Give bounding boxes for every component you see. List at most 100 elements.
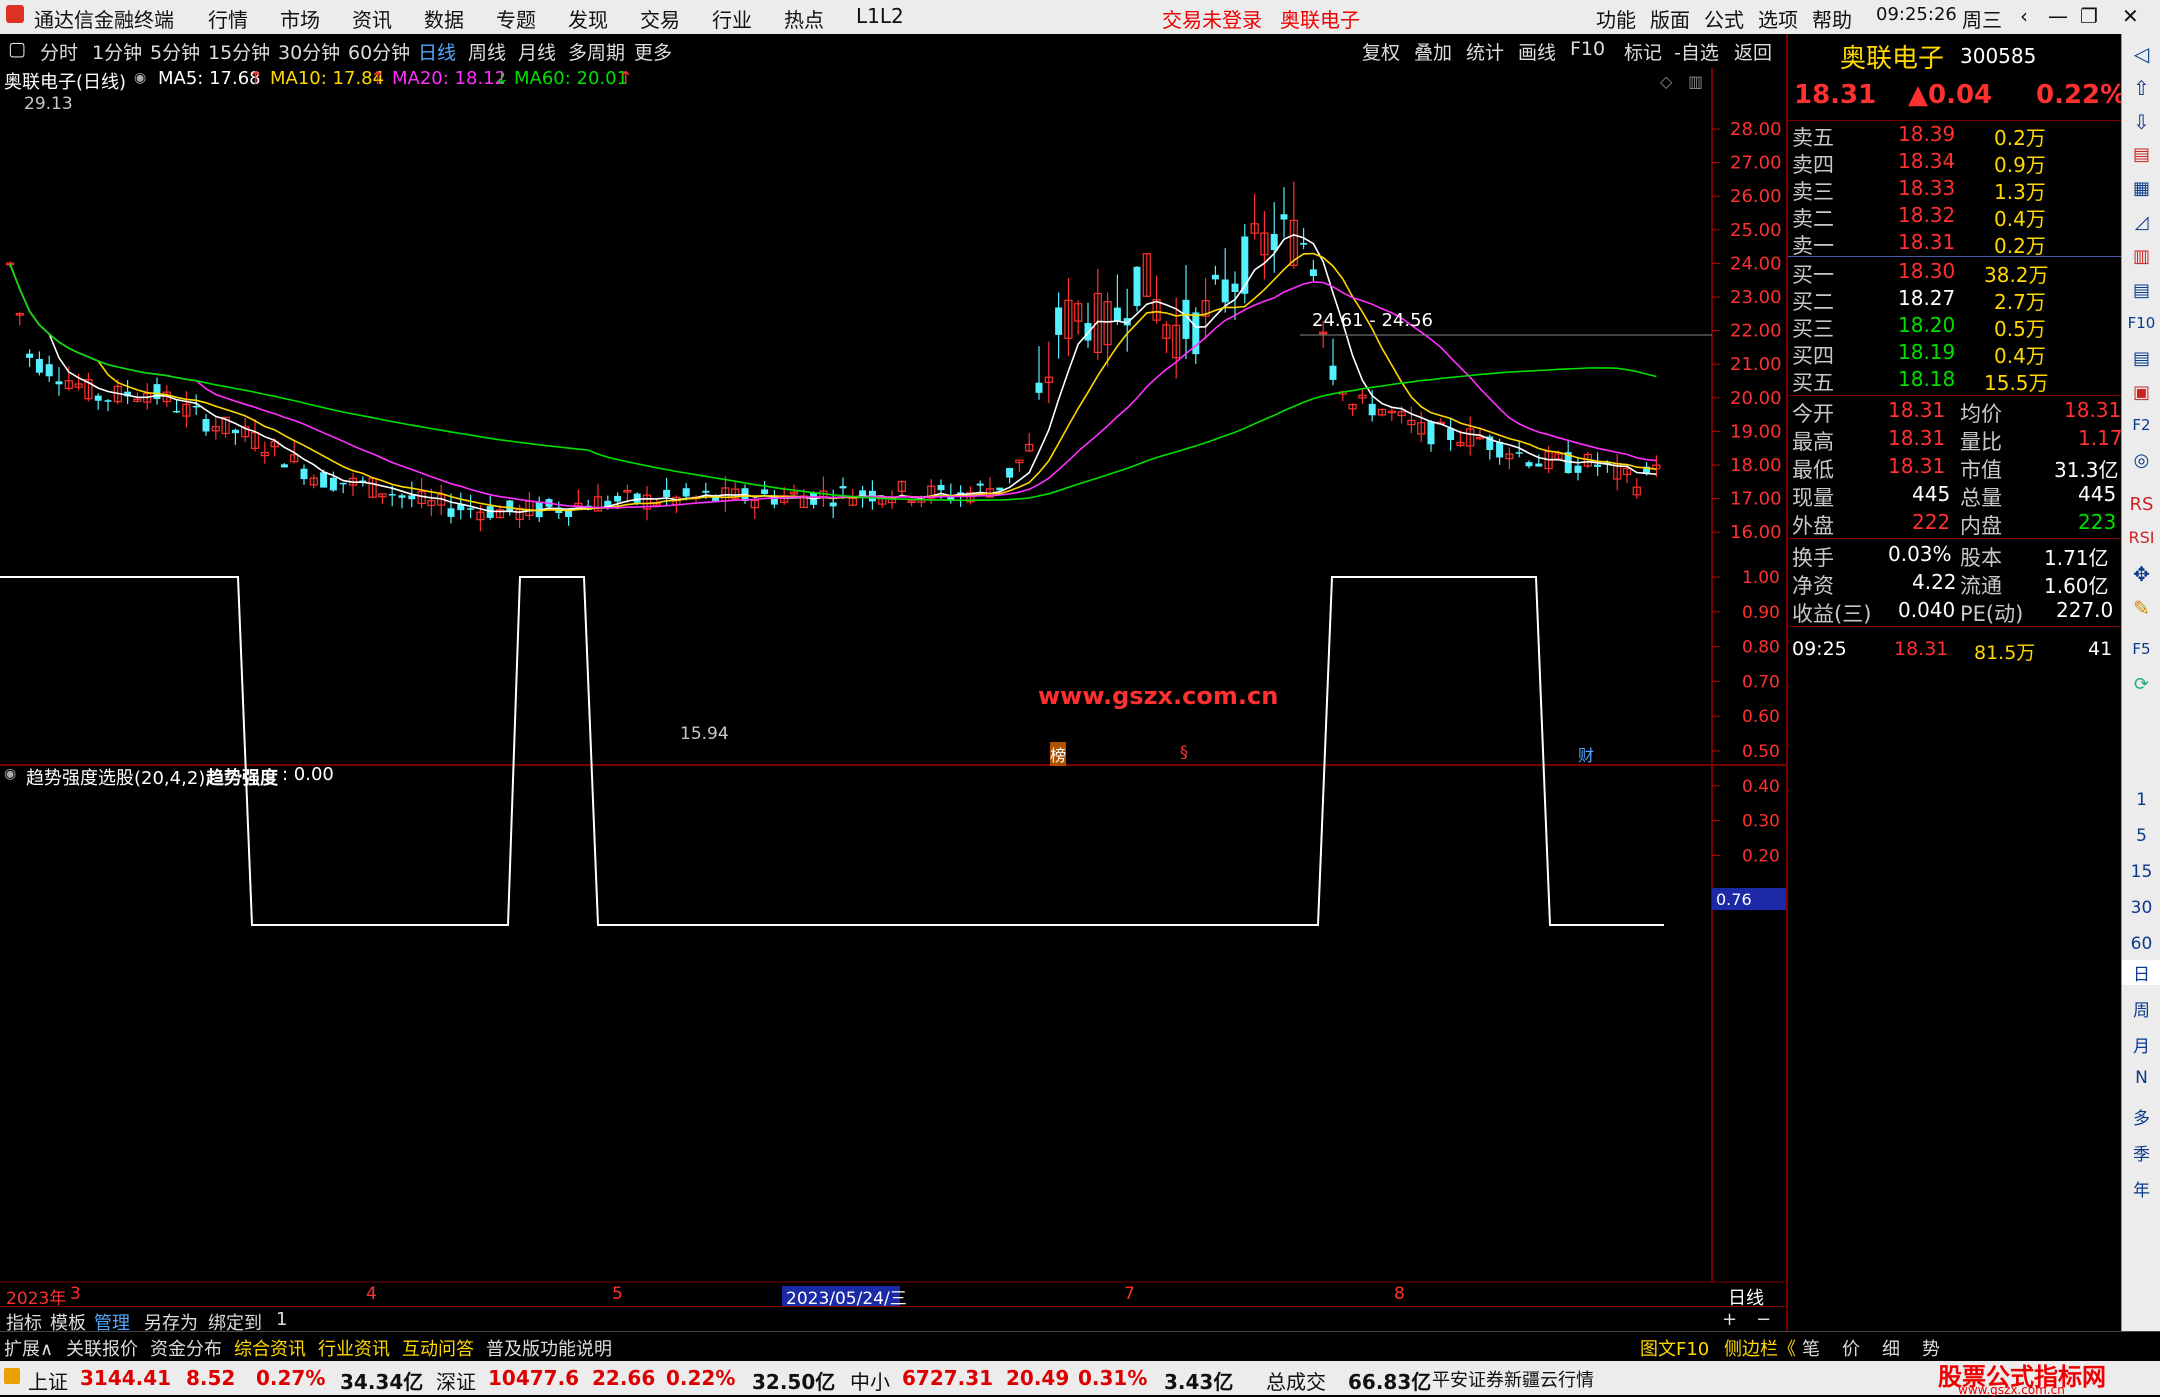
circle-icon[interactable]: ◎ [2122, 450, 2160, 471]
menu-zixun[interactable]: 资讯 [352, 4, 392, 33]
period-more[interactable]: 更多 [634, 38, 672, 65]
period-1min[interactable]: 1分钟 [92, 38, 142, 65]
diamond-icon[interactable]: ◇ [1660, 72, 1672, 91]
rsi-icon[interactable]: RSI [2122, 528, 2160, 547]
period-15min[interactable]: 15分钟 [208, 38, 270, 65]
tab-help[interactable]: 普及版功能说明 [486, 1335, 612, 1361]
refresh-icon[interactable]: ⟳ [2122, 674, 2160, 695]
marker-bang[interactable]: 榜 [1050, 742, 1067, 766]
tab-industry-news[interactable]: 行业资讯 [318, 1335, 390, 1361]
news-icon[interactable]: ▤ [2122, 144, 2160, 165]
side-period-5[interactable]: 5 [2122, 826, 2160, 846]
zx-index: 6727.31 [902, 1366, 994, 1390]
close-icon[interactable]: ✕ [2122, 4, 2139, 28]
menu-shuju[interactable]: 数据 [424, 4, 464, 33]
settings-icon[interactable]: ◉ [134, 70, 146, 86]
menu-hangqing[interactable]: 行情 [208, 4, 248, 33]
kline-icon[interactable]: ▥ [2122, 246, 2160, 267]
side-period-week[interactable]: 周 [2122, 996, 2160, 1021]
f5-icon[interactable]: F5 [2122, 640, 2160, 658]
period-30min[interactable]: 30分钟 [278, 38, 340, 65]
menu-zhuanti[interactable]: 专题 [496, 4, 536, 33]
menu-jiaoyi[interactable]: 交易 [640, 4, 680, 33]
period-fenshi[interactable]: 分时 [40, 38, 78, 65]
period-multi[interactable]: 多周期 [568, 38, 625, 65]
side-period-30[interactable]: 30 [2122, 898, 2160, 918]
side-period-n[interactable]: N [2122, 1068, 2160, 1088]
tab-bi[interactable]: 笔 [1802, 1335, 1820, 1361]
side-period-month[interactable]: 月 [2122, 1032, 2160, 1057]
arrow-up-icon[interactable]: ⇧ [2122, 76, 2160, 100]
tool-fuquan[interactable]: 复权 [1362, 38, 1400, 65]
toggle-icon[interactable]: ▢ [8, 38, 26, 60]
zoom-out-icon[interactable]: − [1756, 1309, 1771, 1330]
tab-xi[interactable]: 细 [1882, 1335, 1900, 1361]
menu-redian[interactable]: 热点 [784, 4, 824, 33]
tab-news[interactable]: 综合资讯 [234, 1335, 306, 1361]
period-60min[interactable]: 60分钟 [348, 38, 410, 65]
chart-area[interactable]: 1.00 0.90 0.80 0.70 0.60 0.50 0.40 0.30 0.20 28.… [0, 68, 1786, 1306]
rs-icon[interactable]: RS [2122, 494, 2160, 515]
login-status[interactable]: 交易未登录 [1162, 4, 1262, 33]
menu-shichang[interactable]: 市场 [280, 4, 320, 33]
side-period-15[interactable]: 15 [2122, 862, 2160, 882]
period-weekly[interactable]: 周线 [468, 38, 506, 65]
indicator-settings-icon[interactable]: ◉ [4, 766, 16, 782]
status-icon[interactable] [4, 1368, 20, 1384]
stat-inner: 223 [2078, 510, 2117, 534]
tool-huaxian[interactable]: 画线 [1518, 38, 1556, 65]
menu-bangzhu[interactable]: 帮助 [1812, 4, 1852, 33]
tab-f10[interactable]: 图文F10 [1640, 1335, 1709, 1361]
tab-sidebar[interactable]: 侧边栏《 [1724, 1335, 1796, 1361]
line-chart-icon[interactable]: ◿ [2122, 212, 2160, 233]
menu-gongshi[interactable]: 公式 [1704, 4, 1744, 33]
menu-faxian[interactable]: 发现 [568, 4, 608, 33]
tool-biaoji[interactable]: 标记 [1624, 38, 1662, 65]
chart-title: 奥联电子(日线) [4, 72, 127, 93]
report-icon[interactable]: ▣ [2122, 382, 2160, 403]
side-period-year[interactable]: 年 [2122, 1176, 2160, 1201]
tab-related-quotes[interactable]: 关联报价 [66, 1335, 138, 1361]
period-5min[interactable]: 5分钟 [150, 38, 200, 65]
side-period-1[interactable]: 1 [2122, 790, 2160, 810]
stat-outer-label: 外盘 [1792, 514, 1834, 538]
side-period-quarter[interactable]: 季 [2122, 1140, 2160, 1165]
menu-xuanxiang[interactable]: 选项 [1758, 4, 1798, 33]
pen-icon[interactable]: ✎ [2122, 596, 2160, 620]
list-icon[interactable]: ▤ [2122, 280, 2160, 301]
marker-section[interactable]: § [1180, 742, 1188, 761]
tab-qa[interactable]: 互动问答 [402, 1335, 474, 1361]
restore-icon[interactable]: ❐ [2080, 4, 2098, 28]
ind-tick-label: 0.50 [1742, 742, 1780, 762]
tab-expand[interactable]: 扩展∧ [4, 1335, 53, 1361]
f2-icon[interactable]: F2 [2122, 416, 2160, 434]
menu-banmian[interactable]: 版面 [1650, 4, 1690, 33]
side-period-60[interactable]: 60 [2122, 934, 2160, 954]
period-daily[interactable]: 日线 [418, 38, 456, 65]
doc-icon[interactable]: ▤ [2122, 348, 2160, 369]
tab-fund-flow[interactable]: 资金分布 [150, 1335, 222, 1361]
menu-l1l2[interactable]: L1L2 [856, 4, 904, 28]
table-icon[interactable]: ▦ [2122, 178, 2160, 199]
tool-tongji[interactable]: 统计 [1466, 38, 1504, 65]
side-period-multi[interactable]: 多 [2122, 1104, 2160, 1129]
tool-zixuan[interactable]: -自选 [1674, 38, 1719, 65]
tool-diejia[interactable]: 叠加 [1414, 38, 1452, 65]
side-period-day[interactable]: 日 [2122, 960, 2160, 985]
move-icon[interactable]: ✥ [2122, 562, 2160, 586]
minimize-icon[interactable]: — [2048, 4, 2068, 28]
arrow-down-icon[interactable]: ⇩ [2122, 110, 2160, 134]
f10-icon[interactable]: F10 [2122, 314, 2160, 332]
menu-gongneng[interactable]: 功能 [1596, 4, 1636, 33]
marker-cai[interactable]: 财 [1578, 742, 1594, 766]
tab-jia[interactable]: 价 [1842, 1335, 1860, 1361]
period-monthly[interactable]: 月线 [518, 38, 556, 65]
tab-num[interactable]: 1 [276, 1309, 287, 1330]
tool-back[interactable]: 返回 [1734, 38, 1772, 65]
menu-hangye[interactable]: 行业 [712, 4, 752, 33]
layout-icon[interactable]: ▥ [1688, 72, 1703, 91]
zoom-in-icon[interactable]: + [1722, 1309, 1737, 1330]
collapse-icon[interactable]: ◁ [2122, 42, 2160, 66]
back-icon[interactable]: ‹ [2020, 4, 2028, 28]
tool-f10[interactable]: F10 [1570, 38, 1605, 60]
